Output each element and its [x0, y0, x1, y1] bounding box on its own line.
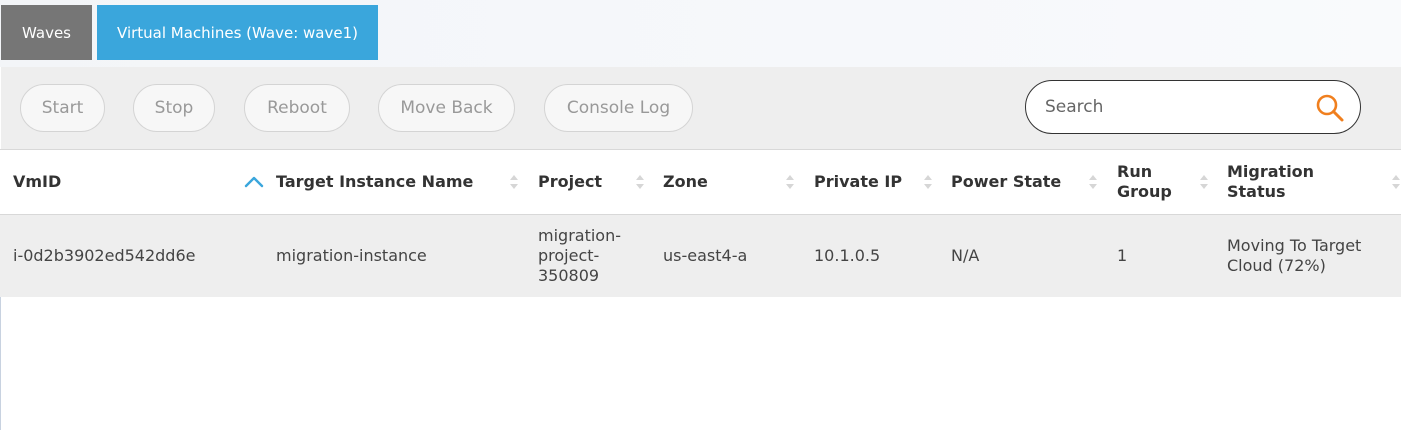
stop-button[interactable]: Stop	[133, 84, 215, 132]
table-row[interactable]: i-0d2b3902ed542dd6e migration-instance m…	[0, 215, 1401, 297]
cell-target-instance-name: migration-instance	[276, 246, 427, 265]
sort-icon[interactable]	[785, 173, 795, 191]
column-header-power-state[interactable]: Power State	[951, 150, 1081, 214]
toolbar: Start Stop Reboot Move Back Console Log	[1, 67, 1401, 149]
move-back-button[interactable]: Move Back	[378, 84, 515, 132]
cell-private-ip: 10.1.0.5	[814, 246, 881, 265]
tab-waves[interactable]: Waves	[1, 5, 92, 60]
search-box	[1025, 80, 1361, 134]
sort-icon[interactable]	[509, 173, 519, 191]
column-header-private-ip[interactable]: Private IP	[814, 150, 919, 214]
cell-zone: us-east4-a	[663, 246, 748, 265]
tab-virtual-machines[interactable]: Virtual Machines (Wave: wave1)	[97, 5, 378, 60]
sort-icon[interactable]	[635, 173, 645, 191]
column-header-run-group[interactable]: Run Group	[1117, 150, 1177, 214]
cell-vmid: i-0d2b3902ed542dd6e	[13, 246, 196, 265]
console-log-button[interactable]: Console Log	[544, 84, 693, 132]
start-button[interactable]: Start	[20, 84, 105, 132]
column-header-zone[interactable]: Zone	[663, 150, 773, 214]
search-input[interactable]	[1045, 91, 1305, 123]
column-header-target-instance-name[interactable]: Target Instance Name	[276, 150, 501, 214]
cell-run-group: 1	[1117, 246, 1128, 265]
sort-icon[interactable]	[1391, 173, 1401, 191]
reboot-button[interactable]: Reboot	[244, 84, 350, 132]
cell-project: migration-project-350809	[538, 226, 621, 285]
cell-migration-status: Moving To Target Cloud (72%)	[1227, 236, 1362, 275]
cell-power-state: N/A	[951, 246, 980, 265]
column-header-migration-status[interactable]: Migration Status	[1227, 150, 1377, 214]
sort-icon[interactable]	[923, 173, 933, 191]
table-header: VmID Target Instance Name Project Zone P…	[0, 149, 1401, 215]
sort-ascending-icon[interactable]	[243, 174, 265, 190]
column-header-project[interactable]: Project	[538, 150, 628, 214]
sort-icon[interactable]	[1199, 173, 1209, 191]
divider	[0, 297, 1, 430]
column-header-vmid[interactable]: VmID	[13, 150, 213, 214]
search-icon[interactable]	[1315, 93, 1345, 123]
sort-icon[interactable]	[1088, 173, 1098, 191]
